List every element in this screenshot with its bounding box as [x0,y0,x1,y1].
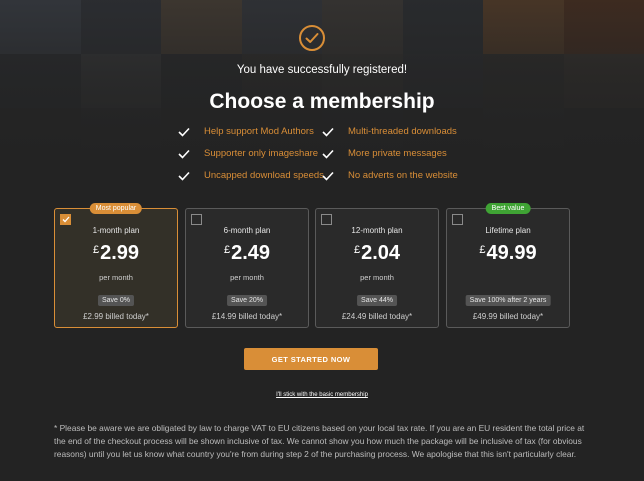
best-value-badge: Best value [485,203,531,214]
plan-price: £2.04 [316,242,438,265]
feature-item: More private messages [322,148,447,159]
check-icon [322,127,334,137]
feature-label: Uncapped download speeds [204,170,324,181]
feature-item: Supporter only imageshare [178,148,318,159]
price-amount: 2.49 [231,242,271,264]
currency-symbol: £ [353,244,361,256]
billed-today: £24.49 billed today* [341,312,413,321]
plan-card-6-month[interactable]: 6-month plan £2.49 per month Save 20% £1… [185,208,309,328]
plan-name: 12-month plan [351,226,403,235]
billed-today: £2.99 billed today* [83,312,149,321]
check-circle-icon [299,25,325,51]
checkmark-icon [62,216,69,223]
plan-card-lifetime[interactable]: Best value Lifetime plan £49.99 Save 100… [446,203,570,328]
plan-name: Lifetime plan [485,226,531,235]
price-amount: 2.04 [361,242,401,264]
savings-tag: Save 100% after 2 years [465,295,551,306]
plan-checkbox[interactable] [60,214,71,225]
currency-symbol: £ [479,244,486,256]
plan-name: 1-month plan [92,226,140,235]
feature-item: Multi-threaded downloads [322,126,457,137]
most-popular-badge: Most popular [89,203,143,214]
price-period: per month [230,273,264,282]
price-amount: 2.99 [100,242,140,264]
feature-label: Supporter only imageshare [204,148,319,159]
success-message: You have successfully registered! [236,64,408,76]
feature-item: Help support Mod Authors [178,126,314,137]
page-title: Choose a membership [209,90,435,113]
vat-disclaimer: * Please be aware we are obligated by la… [54,423,585,460]
plan-checkbox[interactable] [452,214,463,225]
currency-symbol: £ [223,244,231,256]
plan-checkbox[interactable] [321,214,332,225]
feature-label: Multi-threaded downloads [348,126,457,137]
plan-price: £49.99 [447,242,569,265]
basic-membership-link[interactable]: I'll stick with the basic membership [0,392,644,398]
currency-symbol: £ [92,244,100,256]
feature-item: Uncapped download speeds [178,170,324,181]
billed-today: £14.99 billed today* [211,312,283,321]
feature-label: No adverts on the website [348,170,458,181]
savings-tag: Save 20% [227,295,267,306]
check-icon [178,149,190,159]
check-icon [322,149,334,159]
feature-label: More private messages [348,148,447,159]
check-icon [178,127,190,137]
get-started-button[interactable]: GET STARTED NOW [244,348,378,370]
feature-label: Help support Mod Authors [204,126,314,137]
plan-card-12-month[interactable]: 12-month plan £2.04 per month Save 44% £… [315,208,439,328]
price-period: per month [99,273,133,282]
check-icon [322,171,334,181]
plan-price: £2.99 [55,242,177,265]
price-amount: 49.99 [486,242,537,264]
price-period: per month [360,273,394,282]
savings-tag: Save 44% [357,295,397,306]
check-icon [178,171,190,181]
plan-price: £2.49 [186,242,308,265]
billed-today: £49.99 billed today* [472,312,544,321]
plan-checkbox[interactable] [191,214,202,225]
feature-item: No adverts on the website [322,170,458,181]
plan-card-1-month[interactable]: Most popular 1-month plan £2.99 per mont… [54,203,178,328]
savings-tag: Save 0% [97,295,135,306]
plan-name: 6-month plan [223,226,271,235]
